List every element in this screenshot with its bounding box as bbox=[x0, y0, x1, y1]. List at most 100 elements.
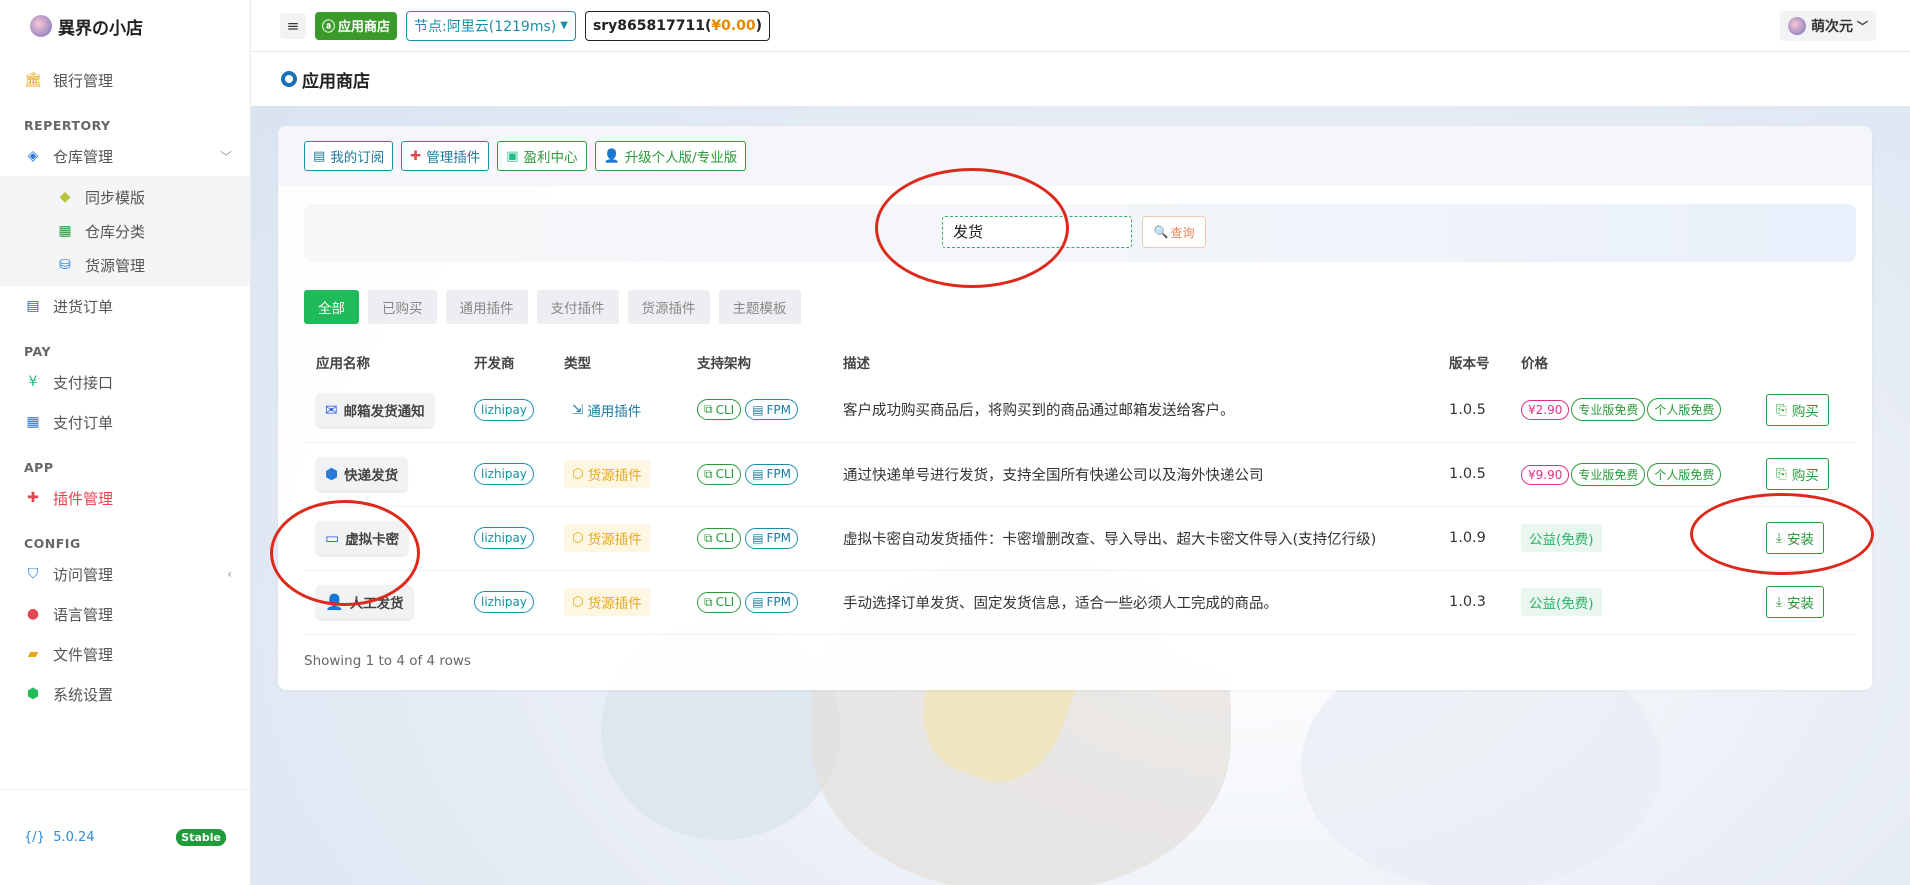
manage-plugin-button[interactable]: ✚ 管理插件 bbox=[401, 141, 490, 171]
bag-icon: ⎘ bbox=[1776, 466, 1787, 482]
grid-icon: ▦ bbox=[58, 223, 72, 239]
balance-value: ¥0.00 bbox=[711, 17, 756, 34]
developer-badge: lizhipay bbox=[474, 398, 534, 421]
app-name-chip[interactable]: ⬢ 快递发货 bbox=[316, 457, 408, 491]
calendar-icon: ▦ bbox=[26, 414, 40, 430]
app-name-chip[interactable]: 👤 人工发货 bbox=[316, 585, 413, 619]
section-config: CONFIG bbox=[24, 535, 81, 551]
table-pagination-info: Showing 1 to 4 of 4 rows bbox=[304, 653, 471, 669]
yen-icon: ¥ bbox=[28, 374, 38, 390]
account-balance[interactable]: sry865817711(¥0.00) bbox=[584, 10, 771, 41]
tab-payment-plugin[interactable]: 支付插件 bbox=[536, 290, 619, 324]
arch-fpm-badge: ▤ FPM bbox=[745, 399, 799, 421]
plugin-icon: ⇲ bbox=[572, 401, 584, 418]
app-name-chip[interactable]: ▭ 虚拟卡密 bbox=[316, 521, 409, 555]
person-icon: 👤 bbox=[325, 593, 344, 611]
price-badge: ¥2.90 bbox=[1521, 400, 1570, 421]
fpm-icon: ▤ bbox=[752, 531, 764, 545]
download-icon: ⤓ bbox=[1776, 530, 1782, 546]
search-button[interactable]: 🔍 查询 bbox=[1142, 216, 1206, 248]
app-name-chip[interactable]: ✉ 邮箱发货通知 bbox=[316, 392, 434, 427]
developer-badge: lizhipay bbox=[474, 591, 534, 613]
sidebar-item-bank[interactable]: 🏛 银行管理 bbox=[0, 60, 250, 100]
arch-fpm-badge: ▤ FPM bbox=[745, 591, 799, 613]
stable-badge: Stable bbox=[176, 829, 226, 846]
sidebar-item-source[interactable]: ⛁ 货源管理 bbox=[0, 248, 250, 282]
tab-purchased[interactable]: 已购买 bbox=[368, 290, 437, 324]
col-type: 类型 bbox=[564, 356, 591, 372]
code-icon: {/} bbox=[24, 830, 45, 845]
filter-tabs: 全部 已购买 通用插件 支付插件 货源插件 主题模板 bbox=[304, 290, 801, 324]
install-button[interactable]: ⤓ 安装 bbox=[1766, 586, 1824, 618]
cube-icon: ⬡ bbox=[572, 594, 584, 610]
sidebar-item-language[interactable]: ● 语言管理 bbox=[0, 594, 250, 634]
buy-button[interactable]: ⎘ 购买 bbox=[1766, 458, 1829, 490]
puzzle-icon: ✚ bbox=[27, 490, 39, 506]
card-toolbar: ▤ 我的订阅 ✚ 管理插件 ▣ 盈利中心 👤 升级个人版/专业版 bbox=[278, 126, 1872, 186]
hamburger-icon: ≡ bbox=[286, 16, 300, 35]
brand[interactable]: 異界の小店 bbox=[0, 0, 250, 52]
source-icon: ⛁ bbox=[59, 257, 71, 273]
shield-icon: ⛉ bbox=[27, 566, 39, 582]
plugin-table: 应用名称 开发商 类型 支持架构 描述 版本号 价格 ✉ 邮箱发货通知 lizhi… bbox=[304, 346, 1856, 635]
sidebar-item-warehouse-category[interactable]: ▦ 仓库分类 bbox=[0, 214, 250, 248]
sidebar: 異界の小店 🏛 银行管理 REPERTORY ◈ 仓库管理 ﹀ ◆ 同步模版 ▦ 仓库分类… bbox=[0, 0, 251, 885]
table-row: 👤 人工发货 lizhipay ⬡ 货源插件 ⧉ CLI ▤ FPM 手动选择订单发货、固… bbox=[304, 570, 1856, 635]
store-card: ▤ 我的订阅 ✚ 管理插件 ▣ 盈利中心 👤 升级个人版/专业版 发货 🔍 查询 全部 已… bbox=[278, 126, 1872, 690]
mail-icon: ✉ bbox=[325, 400, 338, 419]
price-badge: ¥9.90 bbox=[1521, 464, 1570, 485]
sidebar-item-pay-order[interactable]: ▦ 支付订单 bbox=[0, 402, 250, 442]
sidebar-item-warehouse[interactable]: ◈ 仓库管理 ﹀ bbox=[0, 136, 250, 176]
tab-all[interactable]: 全部 bbox=[304, 290, 359, 324]
section-app: APP bbox=[24, 459, 54, 475]
arch-fpm-badge: ▤ FPM bbox=[745, 527, 799, 549]
download-icon: ⤓ bbox=[1776, 594, 1782, 610]
free-badge: 公益(免费) bbox=[1521, 588, 1602, 616]
search-icon: 🔍 bbox=[1153, 225, 1169, 239]
sidebar-item-purchase-order[interactable]: ▤ 进货订单 bbox=[0, 286, 250, 326]
tab-general-plugin[interactable]: 通用插件 bbox=[445, 290, 528, 324]
developer-badge: lizhipay bbox=[474, 463, 534, 485]
arch-cli-badge: ⧉ CLI bbox=[697, 591, 742, 613]
description: 手动选择订单发货、固定发货信息，适合一些必须人工完成的商品。 bbox=[831, 570, 1437, 635]
sidebar-item-system[interactable]: ⬢ 系统设置 bbox=[0, 674, 250, 714]
sidebar-item-file[interactable]: ▰ 文件管理 bbox=[0, 634, 250, 674]
user-menu[interactable]: 萌次元 ﹀ bbox=[1780, 11, 1876, 41]
pro-free-badge: 专业版免费 bbox=[1571, 462, 1646, 486]
sidebar-item-sync-template[interactable]: ◆ 同步模版 bbox=[0, 180, 250, 214]
avatar bbox=[1788, 17, 1806, 35]
hexagon-icon: ⬢ bbox=[26, 686, 40, 702]
puzzle-icon: ✚ bbox=[410, 148, 422, 164]
app-store-button[interactable]: ⓐ 应用商店 bbox=[315, 11, 398, 40]
sidebar-item-plugin-manage[interactable]: ✚ 插件管理 bbox=[0, 478, 250, 518]
menu-toggle-button[interactable]: ≡ bbox=[280, 12, 306, 39]
node-select[interactable]: 节点:阿里云(1219ms) ▼ bbox=[406, 10, 576, 41]
bank-icon: 🏛 bbox=[24, 72, 42, 88]
version-label: {/} 5.0.24 bbox=[24, 830, 95, 845]
search-input[interactable]: 发货 bbox=[942, 216, 1132, 248]
tab-source-plugin[interactable]: 货源插件 bbox=[627, 290, 710, 324]
caret-down-icon: ▼ bbox=[560, 20, 568, 31]
tab-theme-template[interactable]: 主题模板 bbox=[718, 290, 801, 324]
upgrade-button[interactable]: 👤 升级个人版/专业版 bbox=[594, 141, 747, 171]
personal-free-badge: 个人版免费 bbox=[1647, 462, 1722, 486]
arch-cli-badge: ⧉ CLI bbox=[697, 527, 742, 549]
sidebar-item-access[interactable]: ⛉ 访问管理 ‹ bbox=[0, 554, 250, 594]
cube-icon: ⬡ bbox=[572, 466, 584, 482]
sidebar-item-pay-interface[interactable]: ¥ 支付接口 bbox=[0, 362, 250, 402]
folder-icon: ▰ bbox=[27, 646, 39, 662]
fpm-icon: ▤ bbox=[752, 402, 764, 417]
buy-button[interactable]: ⎘ 购买 bbox=[1766, 393, 1829, 426]
cli-icon: ⧉ bbox=[704, 466, 713, 481]
profit-center-button[interactable]: ▣ 盈利中心 bbox=[497, 141, 587, 171]
list-icon: ▤ bbox=[313, 148, 326, 164]
col-price: 价格 bbox=[1521, 356, 1548, 372]
topbar: ≡ ⓐ 应用商店 节点:阿里云(1219ms) ▼ sry865817711(¥0.… bbox=[251, 0, 1910, 52]
table-row: ✉ 邮箱发货通知 lizhipay ⇲ 通用插件 ⧉ CLI ▤ FPM 客户成功购买商品… bbox=[304, 378, 1856, 443]
col-developer: 开发商 bbox=[474, 356, 515, 372]
install-button[interactable]: ⤓ 安装 bbox=[1766, 522, 1824, 554]
fpm-icon: ▤ bbox=[752, 595, 764, 609]
table-row: ▭ 虚拟卡密 lizhipay ⬡ 货源插件 ⧉ CLI ▤ FPM 虚拟卡密自动发货插件… bbox=[304, 506, 1856, 571]
user-icon: 👤 bbox=[603, 148, 620, 164]
my-subscription-button[interactable]: ▤ 我的订阅 bbox=[304, 141, 394, 171]
